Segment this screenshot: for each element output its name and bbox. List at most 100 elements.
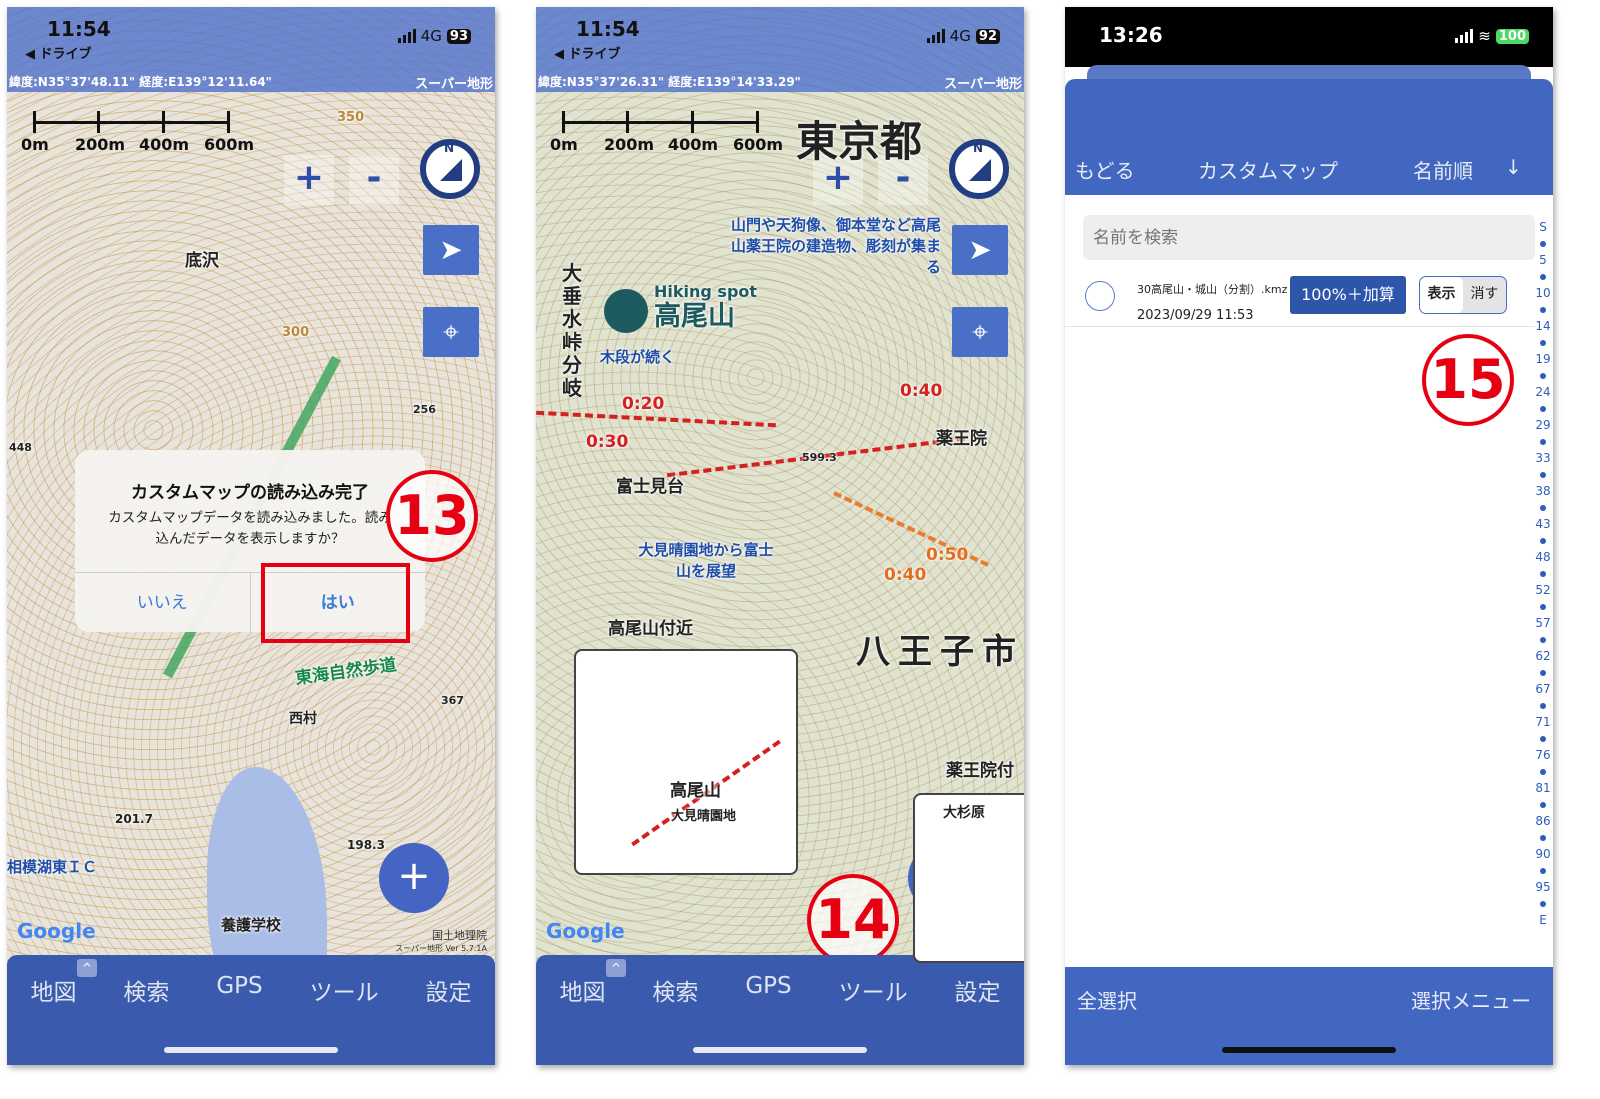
time-label: 0:50 <box>926 545 969 565</box>
index-entry[interactable]: 38 <box>1535 483 1550 500</box>
compass-icon[interactable]: N <box>949 139 1009 199</box>
add-overlay-button[interactable]: 100%＋加算 <box>1290 276 1406 314</box>
index-entry[interactable]: 33 <box>1535 450 1550 467</box>
index-dot <box>1540 241 1546 247</box>
tab-map[interactable]: 地図 <box>30 973 76 1007</box>
chevron-up-icon[interactable]: ^ <box>606 959 626 977</box>
index-entry[interactable]: 71 <box>1535 714 1550 731</box>
list-item[interactable]: 30高尾山・城山（分割）.kmz 2023/09/29 11:53 100%＋加… <box>1065 269 1535 327</box>
current-location-button[interactable]: ⌖ <box>423 307 479 357</box>
map-type-label[interactable]: スーパー地形 <box>415 73 493 92</box>
tab-search[interactable]: 検索 <box>652 973 698 1007</box>
index-dot <box>1540 274 1546 280</box>
sort-button[interactable]: 名前順 <box>1413 155 1473 184</box>
map-label: 西村 <box>289 711 317 727</box>
status-bar: 11:54 ◀ ドライブ 4G 93 緯度:N35°37'48.11" 経度:E1… <box>7 7 495 92</box>
index-dot <box>1540 604 1546 610</box>
tab-settings[interactable]: 設定 <box>426 973 472 1007</box>
section-index[interactable]: S 5 10 14 19 24 29 33 38 43 48 52 57 62 67 71 76 81 86 90 95… <box>1533 219 1553 929</box>
tab-tools[interactable]: ツール <box>310 973 379 1007</box>
index-entry[interactable]: 24 <box>1535 384 1550 401</box>
current-location-button[interactable]: ⌖ <box>952 307 1008 357</box>
index-entry[interactable]: 90 <box>1535 846 1550 863</box>
index-entry[interactable]: 43 <box>1535 516 1550 533</box>
map-type-label[interactable]: スーパー地形 <box>944 73 1022 92</box>
map-note: 山門や天狗像、御本堂など高尾山薬王院の建造物、彫刻が集まる <box>731 216 942 276</box>
back-to-app-link[interactable]: ◀ ドライブ <box>25 43 92 62</box>
tab-search[interactable]: 検索 <box>123 973 169 1007</box>
select-menu-button[interactable]: 選択メニュー <box>1411 985 1531 1014</box>
index-entry[interactable]: 10 <box>1535 285 1550 302</box>
index-entry[interactable]: 48 <box>1535 549 1550 566</box>
scale-label: 200m <box>604 135 655 154</box>
hiking-spot-tag: Hiking spot <box>654 282 758 301</box>
index-entry[interactable]: E <box>1539 912 1547 929</box>
index-dot <box>1540 439 1546 445</box>
map-label-prefecture: 東京都 <box>796 117 923 166</box>
inset-map: 高尾山 大見晴園地 <box>574 649 798 875</box>
map-label: 底沢 <box>185 251 219 271</box>
index-dot <box>1540 736 1546 742</box>
index-entry[interactable]: 57 <box>1535 615 1550 632</box>
back-button[interactable]: もどる <box>1075 155 1135 184</box>
map-label: 東海自然歩道 <box>294 655 398 690</box>
compass-icon[interactable]: N <box>420 139 480 199</box>
index-dot <box>1540 868 1546 874</box>
tab-settings[interactable]: 設定 <box>955 973 1001 1007</box>
tab-map[interactable]: 地図 <box>559 973 605 1007</box>
index-entry[interactable]: 62 <box>1535 648 1550 665</box>
status-bar: 13:26 ≋ 100 <box>1065 7 1553 67</box>
tab-bar: ^ 地図 検索 GPS ツール 設定 <box>7 955 495 1065</box>
index-dot <box>1540 307 1546 313</box>
map-label: 201.7 <box>115 812 153 826</box>
navigation-arrow-button[interactable]: ➤ <box>952 225 1008 275</box>
chevron-up-icon[interactable]: ^ <box>77 959 97 977</box>
index-dot <box>1540 340 1546 346</box>
map-note: 大見晴園地から富士山を展望 <box>638 541 774 580</box>
index-entry[interactable]: 95 <box>1535 879 1550 896</box>
zoom-out-button[interactable]: - <box>349 155 399 205</box>
map-label: 相模湖東ＩＣ <box>7 858 98 876</box>
home-indicator <box>693 1047 867 1053</box>
no-button[interactable]: いいえ <box>75 573 250 632</box>
sort-direction-icon[interactable]: ↓ <box>1505 155 1522 179</box>
step-marker: 13 <box>386 470 478 562</box>
index-entry[interactable]: 5 <box>1539 252 1547 269</box>
index-dot <box>1540 472 1546 478</box>
status-bar: 11:54 ◀ ドライブ 4G 92 緯度:N35°37'26.31" 経度:E1… <box>536 7 1024 92</box>
tab-gps[interactable]: GPS <box>745 973 791 1007</box>
scale-label: 400m <box>668 135 719 154</box>
zoom-in-button[interactable]: + <box>284 155 334 205</box>
map-label: 薬王院 <box>936 429 987 449</box>
hide-option[interactable]: 消す <box>1463 277 1506 313</box>
index-entry[interactable]: 76 <box>1535 747 1550 764</box>
index-entry[interactable]: 67 <box>1535 681 1550 698</box>
add-button[interactable]: + <box>379 843 449 913</box>
map-label: 198.3 <box>347 838 385 852</box>
index-entry[interactable]: 86 <box>1535 813 1550 830</box>
signal-status: 4G 92 <box>926 27 1000 45</box>
visibility-toggle[interactable]: 表示 消す <box>1419 276 1507 314</box>
show-option[interactable]: 表示 <box>1420 277 1463 313</box>
coordinates: 緯度:N35°37'26.31" 経度:E139°14'33.29" <box>538 75 801 89</box>
signal-icon <box>397 29 416 43</box>
navigation-arrow-button[interactable]: ➤ <box>423 225 479 275</box>
select-all-button[interactable]: 全選択 <box>1077 985 1137 1014</box>
clock: 11:54 <box>576 17 640 41</box>
wifi-icon: ≋ <box>1478 27 1491 45</box>
index-entry[interactable]: S <box>1539 219 1547 236</box>
tab-tools[interactable]: ツール <box>839 973 908 1007</box>
tab-gps[interactable]: GPS <box>216 973 262 1007</box>
index-entry[interactable]: 29 <box>1535 417 1550 434</box>
index-dot <box>1540 901 1546 907</box>
index-entry[interactable]: 81 <box>1535 780 1550 797</box>
battery-icon: 92 <box>975 28 1000 44</box>
search-input[interactable] <box>1083 215 1535 260</box>
index-dot <box>1540 703 1546 709</box>
step-marker: 14 <box>807 874 899 966</box>
index-entry[interactable]: 52 <box>1535 582 1550 599</box>
select-radio[interactable] <box>1085 281 1115 311</box>
back-to-app-link[interactable]: ◀ ドライブ <box>554 43 621 62</box>
index-entry[interactable]: 14 <box>1535 318 1550 335</box>
index-entry[interactable]: 19 <box>1535 351 1550 368</box>
